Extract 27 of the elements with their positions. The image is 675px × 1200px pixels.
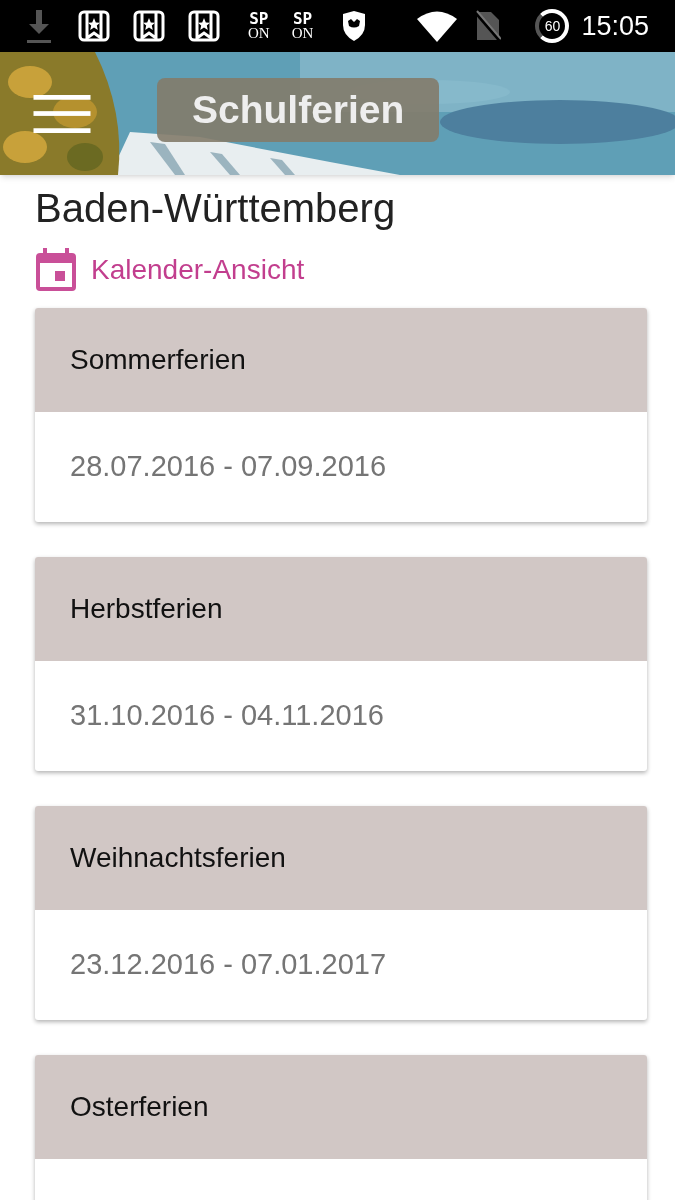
state-heading: Baden-Württemberg bbox=[35, 185, 397, 232]
indicator-label: SP bbox=[249, 11, 269, 26]
holiday-card[interactable]: Sommerferien 28.07.2016 - 07.09.2016 bbox=[35, 308, 647, 522]
indicator-label: ON bbox=[291, 26, 314, 41]
app-title: Schulferien bbox=[157, 77, 440, 142]
holiday-card[interactable]: Weihnachtsferien 23.12.2016 - 07.01.2017 bbox=[35, 806, 647, 1020]
holiday-name: Herbstferien bbox=[70, 592, 223, 626]
date-range: 31.10.2016 - 04.11.2016 bbox=[70, 698, 384, 734]
date-range: 23.12.2016 - 07.01.2017 bbox=[70, 947, 387, 983]
battery-indicator: 60 bbox=[535, 9, 570, 43]
holiday-card[interactable]: Herbstferien 31.10.2016 - 04.11.2016 bbox=[35, 557, 647, 771]
shield-icon bbox=[341, 11, 368, 41]
wifi-icon bbox=[417, 10, 458, 42]
holiday-card[interactable]: Osterferien bbox=[35, 1055, 647, 1200]
download-icon bbox=[26, 8, 52, 44]
calendar-icon bbox=[35, 248, 77, 292]
no-sim-icon bbox=[473, 10, 502, 42]
date-range: 28.07.2016 - 07.09.2016 bbox=[70, 449, 387, 485]
indicator-label: SP bbox=[292, 11, 313, 26]
clock: 15:05 bbox=[581, 9, 649, 43]
holiday-name: Weihnachtsferien bbox=[70, 841, 286, 875]
menu-icon bbox=[32, 94, 92, 133]
menu-button[interactable] bbox=[32, 93, 92, 134]
indicator-label: ON bbox=[248, 26, 270, 41]
holiday-name: Sommerferien bbox=[70, 343, 246, 377]
calendar-view-link[interactable]: Kalender-Ansicht bbox=[35, 248, 640, 292]
holiday-name: Osterferien bbox=[70, 1090, 209, 1124]
